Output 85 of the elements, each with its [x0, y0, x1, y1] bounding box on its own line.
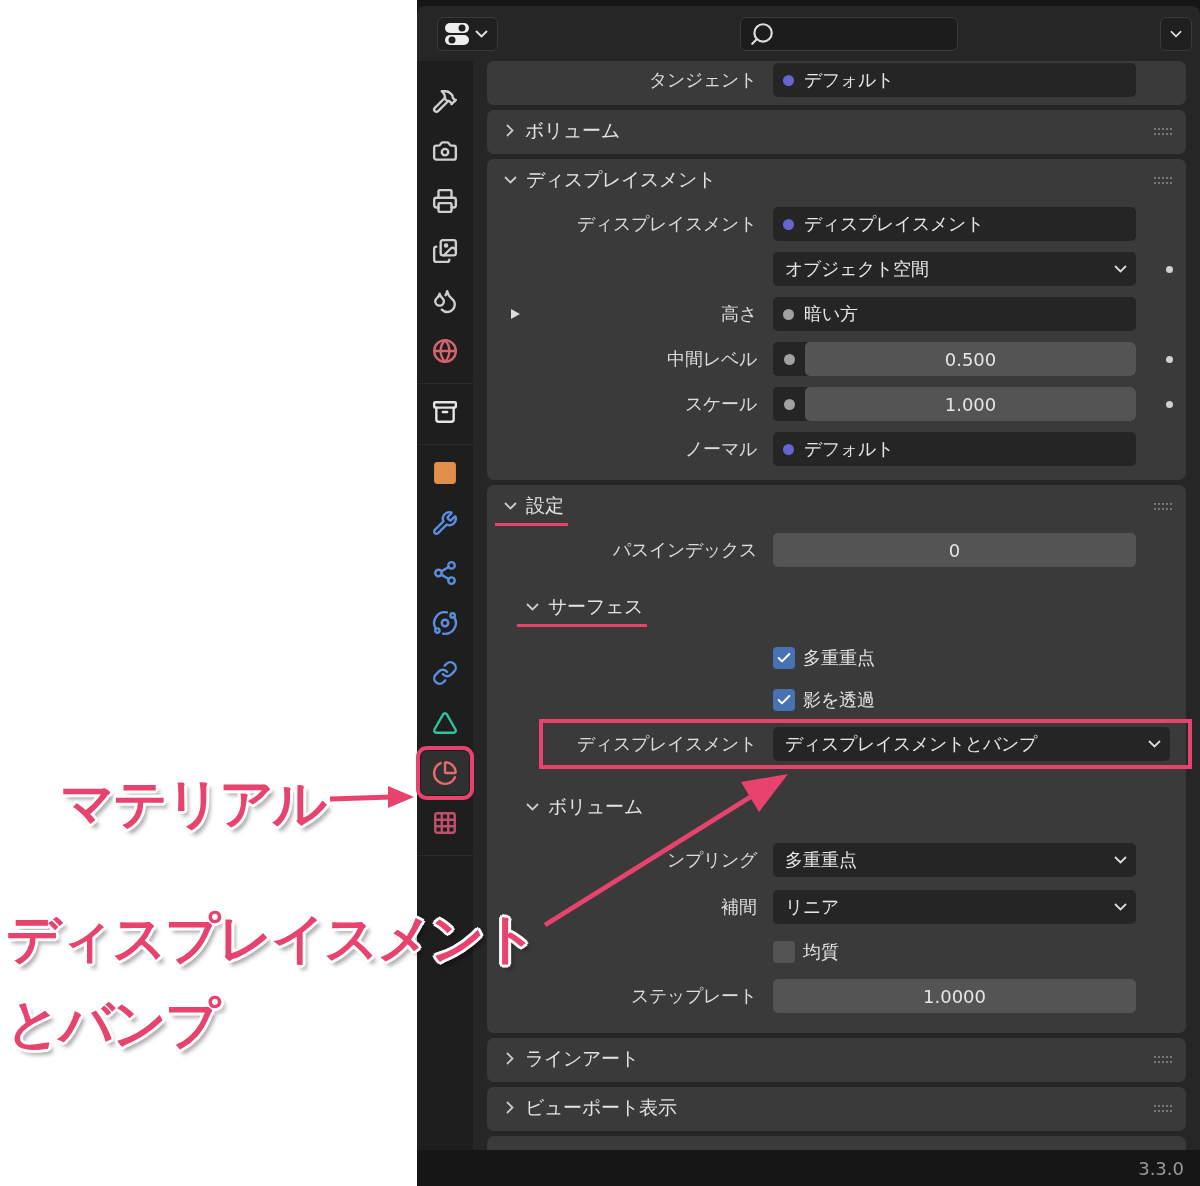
socket-value: デフォルト — [804, 437, 894, 461]
chevron-right-icon — [506, 1101, 514, 1114]
search-field[interactable] — [740, 16, 958, 51]
droplets-icon — [432, 288, 458, 314]
field-label: 高さ — [721, 302, 757, 326]
field-label: 補間 — [720, 895, 757, 919]
chevron-down-icon — [1114, 265, 1127, 273]
chevron-down-icon — [504, 175, 517, 184]
square-icon — [432, 460, 458, 486]
checkbox-label: 影を透過 — [803, 687, 875, 712]
field-label: ノーマル — [685, 437, 757, 461]
socket-field[interactable]: ディスプレイスメント — [773, 207, 1136, 241]
socket-value: ディスプレイスメント — [804, 212, 984, 236]
version-label: 3.3.0 — [1138, 1157, 1184, 1179]
printer-icon — [432, 188, 458, 214]
field-label: パスインデックス — [612, 538, 757, 562]
panel-header[interactable]: ボリューム — [495, 113, 624, 151]
keyframe-dot-icon[interactable] — [1165, 400, 1173, 408]
options-dropdown-button[interactable] — [1160, 16, 1192, 51]
hammer-icon — [432, 88, 458, 114]
chevron-down-icon — [475, 29, 488, 38]
checker-icon — [432, 810, 458, 836]
subpanel-header[interactable]: サーフェス — [517, 589, 647, 627]
socket-field[interactable]: 暗い方 — [773, 297, 1136, 331]
field-label: 中間レベル — [666, 347, 757, 371]
checkbox-label: 均質 — [803, 939, 839, 964]
toggle-switches-icon — [444, 21, 470, 46]
images-icon — [432, 238, 458, 264]
chevron-down-icon — [526, 602, 539, 611]
number-field[interactable]: 1.000 — [805, 387, 1136, 421]
archive-icon — [432, 399, 458, 425]
keyframe-dot-icon[interactable] — [1165, 355, 1173, 363]
search-icon — [749, 20, 775, 47]
material-sphere-icon — [432, 760, 458, 786]
field-label: ディスプレイスメント — [577, 212, 757, 236]
wrench-icon — [432, 510, 458, 536]
link-icon — [432, 660, 458, 686]
checkbox[interactable] — [773, 940, 795, 963]
field-label: ディスプレイスメント — [576, 732, 757, 756]
subpanel-header[interactable]: ボリューム — [517, 789, 647, 827]
field-label: ンプリング — [666, 848, 757, 872]
number-field[interactable]: 0 — [773, 533, 1136, 567]
chevron-down-icon — [1114, 856, 1127, 864]
chevron-down-icon — [1114, 903, 1127, 911]
socket-value: デフォルト — [804, 68, 894, 92]
field-label: ステップレート — [630, 984, 757, 1008]
editor-type-button[interactable] — [437, 16, 498, 51]
drag-grip-icon[interactable] — [1154, 128, 1174, 136]
chevron-down-icon — [526, 802, 539, 811]
expand-triangle-icon[interactable] — [509, 308, 521, 320]
camera-icon — [432, 138, 458, 164]
number-field[interactable]: 0.500 — [805, 342, 1136, 376]
dropdown[interactable]: オブジェクト空間 — [773, 252, 1136, 286]
panel-header[interactable]: ビューポート表示 — [495, 1090, 681, 1128]
number-field[interactable]: 1.0000 — [773, 979, 1136, 1013]
keyframe-dot-icon[interactable] — [1165, 265, 1173, 273]
drag-grip-icon[interactable] — [1154, 1056, 1174, 1064]
socket-field[interactable]: デフォルト — [773, 432, 1136, 466]
chevron-down-icon — [1170, 29, 1182, 38]
chevron-right-icon — [506, 124, 514, 137]
panel-header[interactable]: ディスプレイスメント — [495, 162, 720, 200]
drag-grip-icon[interactable] — [1154, 177, 1174, 185]
checkbox[interactable] — [773, 646, 795, 669]
socket-field[interactable]: デフォルト — [773, 63, 1136, 97]
globe-icon — [432, 338, 458, 364]
panel-header[interactable]: 設定 — [495, 488, 568, 526]
annotation-label: とバンプ — [6, 991, 218, 1057]
drag-grip-icon[interactable] — [1154, 503, 1174, 511]
chevron-down-icon — [1148, 740, 1161, 748]
chevron-down-icon — [504, 501, 517, 510]
socket-value: 暗い方 — [804, 302, 858, 326]
chevron-right-icon — [506, 1052, 514, 1065]
drag-grip-icon[interactable] — [1154, 1105, 1174, 1113]
triangle-icon — [432, 710, 458, 736]
annotation-label: マテリアル — [60, 771, 325, 837]
dropdown[interactable]: ディスプレイスメントとバンプ — [773, 727, 1170, 761]
dropdown[interactable]: リニア — [773, 890, 1136, 924]
field-label: スケール — [684, 392, 757, 416]
nodes-icon — [432, 560, 458, 586]
field-label: タンジェント — [649, 68, 757, 92]
checkbox[interactable] — [773, 688, 795, 711]
panel-header[interactable]: ラインアート — [495, 1041, 643, 1079]
dropdown[interactable]: 多重重点 — [773, 843, 1136, 877]
orbit-icon — [432, 610, 458, 636]
checkbox-label: 多重重点 — [803, 645, 875, 670]
